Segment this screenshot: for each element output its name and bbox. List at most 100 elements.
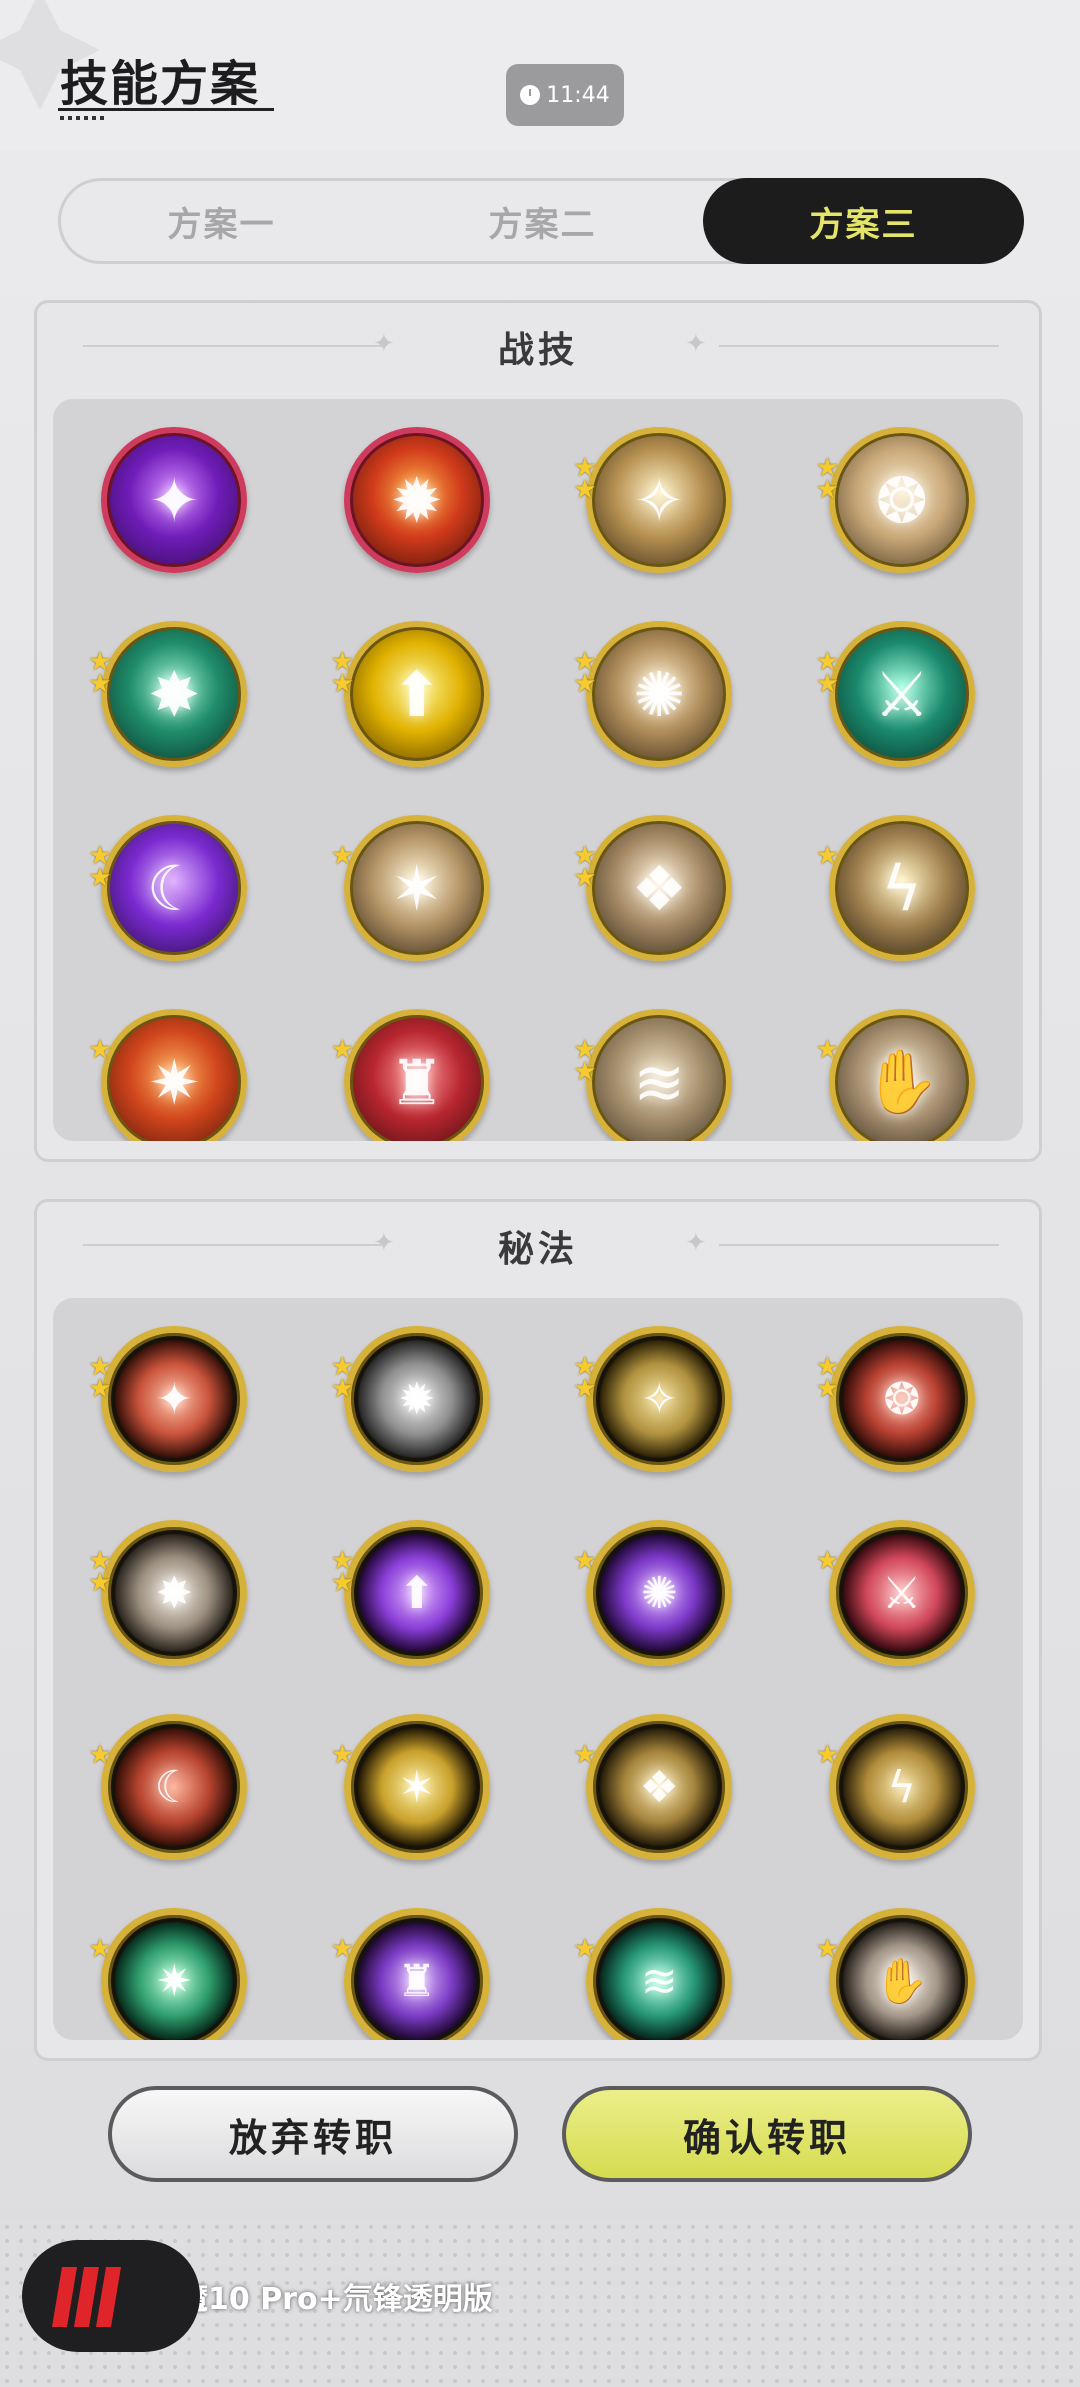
skill-glyph: ✹ — [390, 463, 443, 537]
skill-slot: ✦ ★ ★ — [88, 1326, 254, 1476]
combat-skill-grid: ✦ ✹ ✧ ★ ★ ❂ ★ ★ ✸ ★ ★ ⬆ ★ ★ ✺ ★ ★ ⚔ ★ ★ ☾ ★ ★ ✶ ★ ❖ ★ ★ ϟ ★ ✷ ★… — [53, 427, 1023, 1141]
skill-slot: ✸ ★ ★ — [88, 621, 254, 771]
star-rank-icon: ★ — [815, 1934, 840, 1964]
confirm-job-change-button[interactable]: 确认转职 — [562, 2086, 972, 2182]
skill-glyph: ✺ — [640, 1567, 678, 1619]
grab-hand-icon[interactable]: ✋ — [828, 1009, 975, 1141]
red-warrior-icon[interactable]: ♜ — [343, 1009, 490, 1141]
skill-cell: ⚔ ★ ★ — [781, 621, 1024, 771]
skill-slot: ❂ ★ ★ — [816, 1326, 982, 1476]
tab-plan-1[interactable]: 方案一 — [61, 181, 382, 261]
golden-shield-buff-icon[interactable]: ⬆ — [343, 621, 490, 767]
skill-glyph: ✸ — [148, 657, 201, 731]
red-fist-icon[interactable]: ✦ — [101, 1326, 248, 1472]
lightning-slash-icon[interactable]: ϟ — [828, 815, 975, 961]
skill-glyph: ≋ — [640, 1955, 678, 2007]
star-rank-icon: ★ — [88, 1740, 112, 1770]
skill-cell: ✦ — [53, 427, 296, 577]
star-rank-icon: ★ — [330, 841, 355, 871]
star-rank-icon: ★ — [573, 1934, 597, 1964]
sword-thrust-icon[interactable]: ✧ — [586, 427, 733, 573]
skill-glyph: ☾ — [154, 1761, 194, 1813]
skill-cell: ϟ ★ — [781, 1714, 1024, 1864]
header: 技能方案 11:44 — [0, 0, 1080, 150]
skill-glyph: ⬆ — [390, 657, 443, 731]
red-sword-plus-icon[interactable]: ⚔ — [828, 1520, 975, 1666]
spike-wall-icon[interactable]: ❖ — [586, 815, 733, 961]
page-title: 技能方案 — [60, 56, 261, 112]
combat-skills-panel: ✦ ✦ 战技 ✦ ✹ ✧ ★ ★ ❂ ★ ★ ✸ ★ ★ ⬆ ★ ★ ✺ ★ ★ ⚔ ★ ★ ☾ ★ ★ ✶ ★ ❖… — [34, 300, 1042, 1162]
mystic-skill-grid-box[interactable]: ✦ ★ ★ ✹ ★ ★ ✧ ★ ★ ❂ ★ ★ ✸ ★ ★ ⬆ ★ ★ ✺ ★ ⚔ ★ ☾ ★ ✶ ★ ❖ ★ ϟ ★ ✷ ★ ♜ ★… — [53, 1298, 1023, 2040]
golden-vortex-icon[interactable]: ❖ — [586, 1714, 733, 1860]
skill-cell: ✧ ★ ★ — [538, 427, 781, 577]
skill-slot: ✧ ★ ★ — [573, 427, 739, 577]
skill-cell: ✷ ★ — [53, 1009, 296, 1141]
dash-clone-icon[interactable]: ≋ — [586, 1009, 733, 1141]
purple-spirits-icon[interactable]: ☾ — [101, 815, 248, 961]
skill-glyph: ≋ — [633, 1045, 686, 1119]
sword-up-buff-icon[interactable]: ✋ — [828, 1908, 975, 2040]
skill-cell: ☾ ★ ★ — [53, 815, 296, 965]
skill-slot: ❖ ★ ★ — [573, 815, 739, 965]
skill-cell: ✧ ★ ★ — [538, 1326, 781, 1476]
leap-strike-icon[interactable]: ✺ — [586, 621, 733, 767]
purple-beast-icon[interactable]: ♜ — [343, 1908, 490, 2040]
skill-cell: ✷ ★ — [53, 1908, 296, 2040]
skill-slot: ✷ ★ — [88, 1908, 254, 2040]
skill-glyph: ⚔ — [882, 1567, 922, 1619]
star-rank-icon: ★ ★ — [573, 1352, 597, 1404]
red-ribbon-icon[interactable]: ☾ — [101, 1714, 248, 1860]
skill-glyph: ✧ — [640, 1373, 678, 1425]
skill-slot: ✺ ★ — [573, 1520, 739, 1670]
golden-golem-icon[interactable]: ✧ — [586, 1326, 733, 1472]
skill-slot: ☾ ★ — [88, 1714, 254, 1864]
skill-cell: ✺ ★ ★ — [538, 621, 781, 771]
redmagic-logo-icon — [22, 2240, 200, 2352]
shield-sword-icon[interactable]: ✹ — [343, 1326, 490, 1472]
green-heart-icon[interactable]: ✷ — [101, 1908, 248, 2040]
star-rank-icon: ★ ★ — [88, 1546, 112, 1598]
purple-figure-icon[interactable]: ⬆ — [343, 1520, 490, 1666]
tab-plan-2[interactable]: 方案二 — [382, 181, 703, 261]
fire-sigil-icon[interactable]: ✷ — [101, 1009, 248, 1141]
star-rank-icon: ★ ★ — [815, 453, 840, 505]
combat-skill-grid-box[interactable]: ✦ ✹ ✧ ★ ★ ❂ ★ ★ ✸ ★ ★ ⬆ ★ ★ ✺ ★ ★ ⚔ ★ ★ ☾ ★ ★ ✶ ★ ❖ ★ ★ ϟ ★ ✷ ★… — [53, 399, 1023, 1141]
green-heal-circle-icon[interactable]: ≋ — [586, 1908, 733, 2040]
golden-burst-figure-icon[interactable]: ✶ — [343, 1714, 490, 1860]
red-armor-icon[interactable]: ❂ — [828, 1326, 975, 1472]
skill-slot: ✺ ★ ★ — [573, 621, 739, 771]
skill-slot: ✶ ★ — [331, 815, 497, 965]
skill-cell: ≋ ★ — [538, 1908, 781, 2040]
star-rank-icon: ★ — [330, 1035, 355, 1065]
sword-down-icon[interactable]: ✸ — [101, 1520, 248, 1666]
star-rank-icon: ★ ★ — [330, 1546, 355, 1598]
fire-swirl-icon[interactable]: ✹ — [343, 427, 490, 573]
golden-armor-icon[interactable]: ϟ — [828, 1714, 975, 1860]
skill-slot: ♜ ★ — [331, 1009, 497, 1141]
skill-slot: ⬆ ★ ★ — [331, 621, 497, 771]
skill-cell: ✸ ★ ★ — [53, 621, 296, 771]
skill-slot: ⚔ ★ ★ — [816, 621, 982, 771]
tab-plan-3[interactable]: 方案三 — [703, 178, 1024, 264]
abandon-job-change-button[interactable]: 放弃转职 — [108, 2086, 518, 2182]
star-rank-icon: ★ ★ — [88, 841, 112, 893]
clock-icon — [520, 85, 541, 105]
star-rank-icon: ★ ★ — [815, 647, 840, 699]
skill-glyph: ✧ — [633, 463, 686, 537]
skill-slot: ✹ — [337, 427, 497, 577]
star-rank-icon: ★ — [815, 1035, 840, 1065]
skill-cell: ✋ ★ — [781, 1908, 1024, 2040]
star-rank-icon: ★ — [88, 1035, 112, 1065]
skill-cell: ✹ ★ ★ — [296, 1326, 539, 1476]
purple-heart-burst-icon[interactable]: ✦ — [101, 427, 248, 573]
ground-explosion-icon[interactable]: ✶ — [343, 815, 490, 961]
skill-glyph: ♜ — [388, 1045, 445, 1119]
skill-cell: ✺ ★ — [538, 1520, 781, 1670]
wind-slash-icon[interactable]: ❂ — [828, 427, 975, 573]
green-crescent-icon[interactable]: ✸ — [101, 621, 248, 767]
skill-cell: ⬆ ★ ★ — [296, 1520, 539, 1670]
star-rank-icon: ★ ★ — [815, 1352, 840, 1404]
mystic-panel-title: 秘法 — [497, 1229, 578, 1270]
purple-orb-heal-icon[interactable]: ✺ — [586, 1520, 733, 1666]
green-sword-burst-icon[interactable]: ⚔ — [828, 621, 975, 767]
